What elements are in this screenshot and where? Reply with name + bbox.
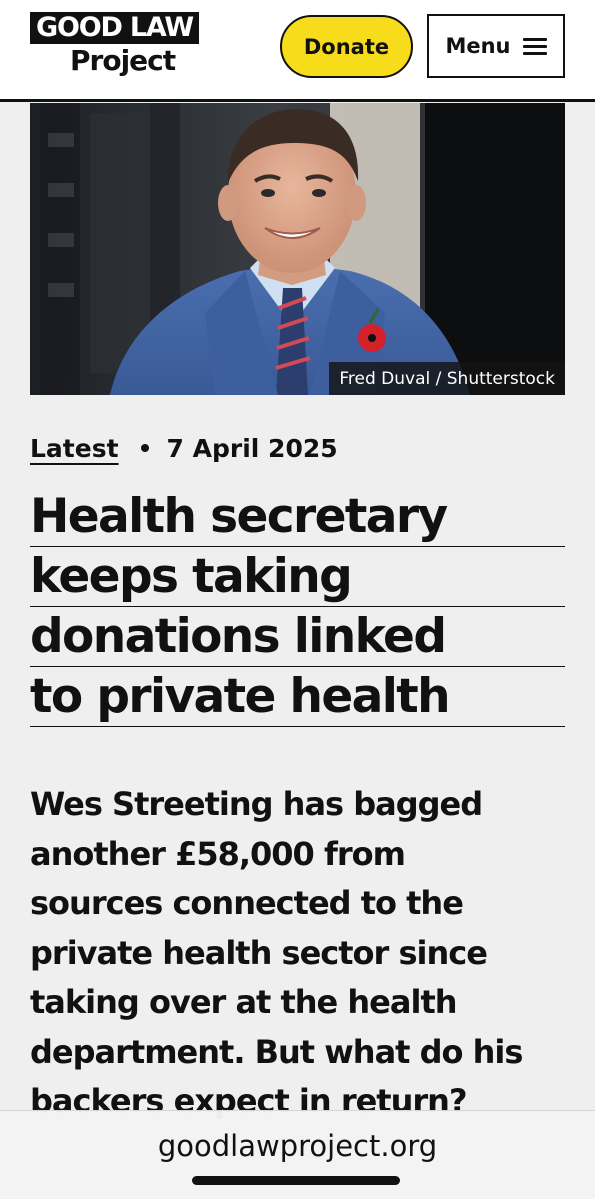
url-text[interactable]: goodlawproject.org <box>0 1129 595 1163</box>
article-standfirst: Wes Streeting has bagged another £58,000… <box>30 780 570 1127</box>
page: GOOD LAW Project Donate Menu Fred Duval … <box>0 0 595 1199</box>
separator-dot <box>140 444 149 452</box>
logo-line-2: Project <box>70 44 176 77</box>
standfirst-line: another £58,000 from <box>30 834 406 873</box>
headline-line: Health secretary <box>30 487 565 547</box>
standfirst-line: sources connected to the <box>30 884 464 922</box>
donate-button[interactable]: Donate <box>280 15 413 78</box>
standfirst-line: taking over at the health <box>30 983 458 1021</box>
menu-label: Menu <box>445 34 511 58</box>
portrait-photo <box>30 103 565 395</box>
hero-image: Fred Duval / Shutterstock <box>30 103 565 395</box>
category-link[interactable]: Latest <box>30 434 119 463</box>
logo-line-1: GOOD LAW <box>30 12 199 44</box>
standfirst-line: private health sector since <box>30 933 488 972</box>
article-meta: Latest 7 April 2025 <box>30 428 338 468</box>
headline-line: donations linked <box>30 607 565 667</box>
hamburger-icon <box>522 37 547 55</box>
home-indicator[interactable] <box>192 1176 400 1185</box>
menu-button[interactable]: Menu <box>427 14 565 78</box>
standfirst-line: department. But what do his <box>30 1032 523 1071</box>
good-law-project-logo[interactable]: GOOD LAW Project <box>30 12 220 80</box>
browser-address-bar[interactable]: goodlawproject.org <box>0 1110 595 1199</box>
standfirst-line: Wes Streeting has bagged <box>30 785 483 823</box>
article-headline: Health secretary keeps taking donations … <box>30 487 565 727</box>
photo-credit: Fred Duval / Shutterstock <box>329 362 565 395</box>
headline-line: keeps taking <box>30 547 565 607</box>
site-header: GOOD LAW Project Donate Menu <box>0 0 595 102</box>
headline-line: to private health <box>30 667 565 727</box>
publish-date: 7 April 2025 <box>166 433 338 463</box>
